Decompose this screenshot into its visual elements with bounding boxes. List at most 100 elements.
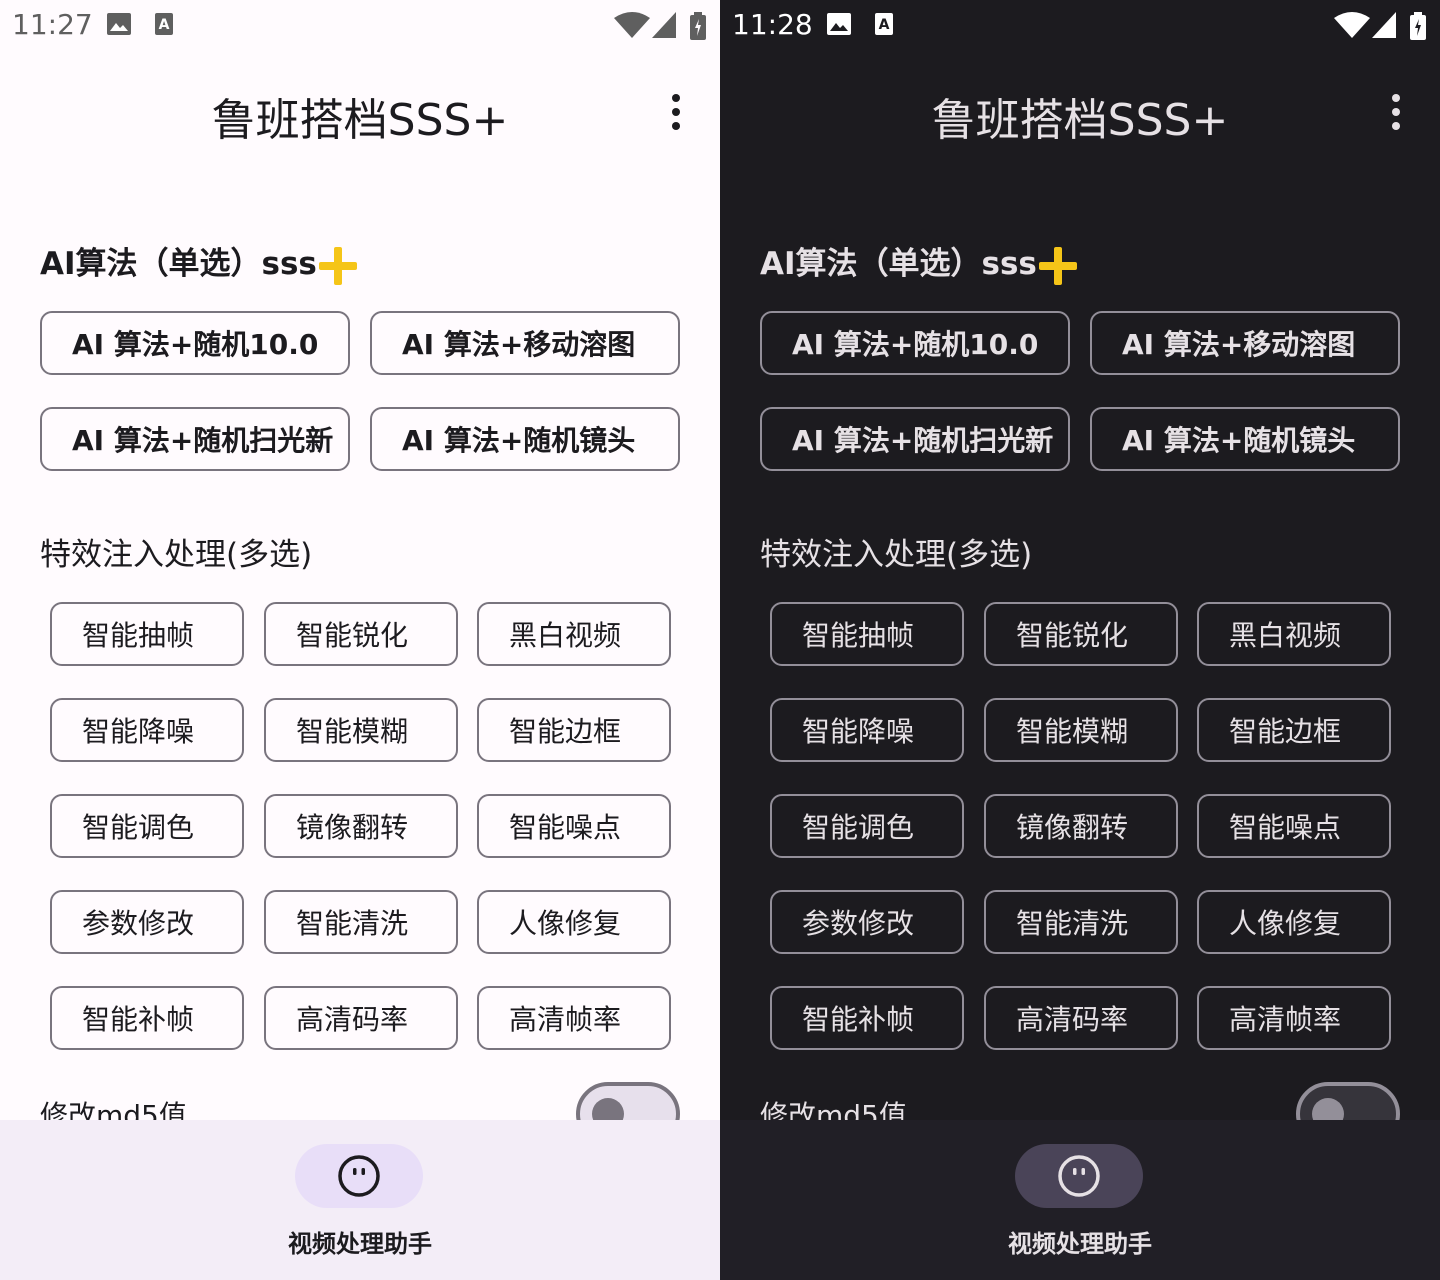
fx-button[interactable]: 参数修改 xyxy=(50,890,244,954)
fx-label: 智能清洗 xyxy=(296,907,409,940)
status-time: 11:27 xyxy=(12,8,93,41)
ai-algo-button[interactable]: AI 算法+随机10.0 xyxy=(40,311,350,375)
nav-label: 视频处理助手 xyxy=(1008,1230,1152,1258)
fx-label: 智能锐化 xyxy=(1016,619,1129,652)
fx-button[interactable]: 智能噪点 xyxy=(477,794,671,858)
fx-label: 智能降噪 xyxy=(802,715,915,748)
fx-button[interactable]: 高清帧率 xyxy=(1197,986,1391,1050)
ai-section-label: AI算法（单选）sss xyxy=(760,246,1037,282)
wifi-icon xyxy=(1334,12,1370,38)
fx-button[interactable]: 智能模糊 xyxy=(264,698,458,762)
ai-algo-button[interactable]: AI 算法+移动溶图 xyxy=(1090,311,1400,375)
fx-label: 智能清洗 xyxy=(1016,907,1129,940)
ai-section-title: AI算法（单选）sss xyxy=(760,238,1077,285)
nav-item-video-assistant[interactable] xyxy=(295,1144,423,1208)
nav-label: 视频处理助手 xyxy=(288,1230,432,1258)
fx-label: 高清码率 xyxy=(1016,1003,1129,1036)
ai-algo-label: AI 算法+随机10.0 xyxy=(72,328,319,361)
dark-theme-screen: 11:28 A 鲁班搭档SSS+ AI算法（单选）sss AI 算法+随机10.… xyxy=(720,0,1440,1280)
fx-label: 智能降噪 xyxy=(82,715,195,748)
fx-button[interactable]: 智能补帧 xyxy=(770,986,964,1050)
fx-label: 智能边框 xyxy=(509,715,622,748)
fx-label: 参数修改 xyxy=(802,907,915,940)
face-icon xyxy=(338,1155,380,1197)
fx-button[interactable]: 智能锐化 xyxy=(984,602,1178,666)
fx-button[interactable]: 高清码率 xyxy=(264,986,458,1050)
face-icon xyxy=(1058,1155,1100,1197)
fx-button[interactable]: 智能抽帧 xyxy=(50,602,244,666)
ai-algo-button[interactable]: AI 算法+随机10.0 xyxy=(760,311,1070,375)
bottom-navigation: 视频处理助手 xyxy=(0,1120,720,1280)
fx-section-title: 特效注入处理(多选) xyxy=(40,537,313,573)
fx-label: 高清帧率 xyxy=(509,1003,622,1036)
fx-label: 人像修复 xyxy=(1229,907,1342,940)
fx-button[interactable]: 智能调色 xyxy=(50,794,244,858)
font-icon: A xyxy=(875,13,893,35)
ai-algo-button[interactable]: AI 算法+随机镜头 xyxy=(1090,407,1400,471)
fx-label: 镜像翻转 xyxy=(1016,811,1129,844)
fx-button[interactable]: 智能调色 xyxy=(770,794,964,858)
fx-button[interactable]: 智能降噪 xyxy=(770,698,964,762)
plus-icon xyxy=(318,246,357,285)
fx-button[interactable]: 镜像翻转 xyxy=(984,794,1178,858)
fx-button[interactable]: 高清码率 xyxy=(984,986,1178,1050)
svg-text:A: A xyxy=(159,17,170,33)
more-menu-button[interactable] xyxy=(662,92,690,132)
fx-label: 黑白视频 xyxy=(1229,619,1342,652)
fx-section-title: 特效注入处理(多选) xyxy=(760,537,1033,573)
fx-label: 黑白视频 xyxy=(509,619,622,652)
ai-section-title: AI算法（单选）sss xyxy=(40,238,357,285)
fx-button[interactable]: 智能清洗 xyxy=(264,890,458,954)
fx-button[interactable]: 智能模糊 xyxy=(984,698,1178,762)
fx-button[interactable]: 黑白视频 xyxy=(1197,602,1391,666)
fx-button[interactable]: 镜像翻转 xyxy=(264,794,458,858)
ai-algo-label: AI 算法+随机镜头 xyxy=(1122,424,1356,457)
fx-label: 智能模糊 xyxy=(296,715,409,748)
ai-algo-button[interactable]: AI 算法+随机镜头 xyxy=(370,407,680,471)
fx-button[interactable]: 黑白视频 xyxy=(477,602,671,666)
ai-algo-label: AI 算法+随机扫光新 xyxy=(72,424,334,457)
fx-button[interactable]: 高清帧率 xyxy=(477,986,671,1050)
fx-label: 智能噪点 xyxy=(509,811,622,844)
svg-text:A: A xyxy=(879,17,890,33)
fx-label: 智能模糊 xyxy=(1016,715,1129,748)
status-bar: 11:28 A xyxy=(720,0,1440,50)
battery-icon xyxy=(1410,12,1426,40)
nav-item-video-assistant[interactable] xyxy=(1015,1144,1143,1208)
fx-label: 镜像翻转 xyxy=(296,811,409,844)
fx-label: 智能抽帧 xyxy=(802,619,915,652)
fx-button[interactable]: 参数修改 xyxy=(770,890,964,954)
ai-algo-label: AI 算法+随机镜头 xyxy=(402,424,636,457)
ai-section-label: AI算法（单选）sss xyxy=(40,246,317,282)
fx-button[interactable]: 智能抽帧 xyxy=(770,602,964,666)
status-bar: 11:27 A xyxy=(0,0,720,50)
ai-algo-button[interactable]: AI 算法+随机扫光新 xyxy=(760,407,1070,471)
app-title: 鲁班搭档SSS+ xyxy=(931,95,1229,146)
fx-button[interactable]: 人像修复 xyxy=(1197,890,1391,954)
fx-button[interactable]: 智能补帧 xyxy=(50,986,244,1050)
wifi-icon xyxy=(614,12,650,38)
fx-button[interactable]: 智能清洗 xyxy=(984,890,1178,954)
fx-label: 智能边框 xyxy=(1229,715,1342,748)
fx-label: 智能调色 xyxy=(82,811,195,844)
fx-label: 智能抽帧 xyxy=(82,619,195,652)
fx-label: 智能噪点 xyxy=(1229,811,1342,844)
ai-algo-label: AI 算法+移动溶图 xyxy=(1122,328,1356,361)
ai-algo-label: AI 算法+随机10.0 xyxy=(792,328,1039,361)
fx-label: 人像修复 xyxy=(509,907,622,940)
fx-button[interactable]: 智能边框 xyxy=(477,698,671,762)
more-menu-button[interactable] xyxy=(1382,92,1410,132)
battery-icon xyxy=(690,12,706,40)
status-time: 11:28 xyxy=(732,8,813,41)
ai-algo-button[interactable]: AI 算法+移动溶图 xyxy=(370,311,680,375)
fx-button[interactable]: 智能噪点 xyxy=(1197,794,1391,858)
fx-label: 智能锐化 xyxy=(296,619,409,652)
ai-algo-button[interactable]: AI 算法+随机扫光新 xyxy=(40,407,350,471)
light-theme-screen: 11:27 A 鲁班搭档SSS+ AI算法（单选）sss AI 算法+随机10.… xyxy=(0,0,720,1280)
fx-button[interactable]: 智能锐化 xyxy=(264,602,458,666)
fx-button[interactable]: 人像修复 xyxy=(477,890,671,954)
fx-button[interactable]: 智能降噪 xyxy=(50,698,244,762)
fx-button[interactable]: 智能边框 xyxy=(1197,698,1391,762)
image-icon xyxy=(827,13,851,35)
fx-label: 高清码率 xyxy=(296,1003,409,1036)
